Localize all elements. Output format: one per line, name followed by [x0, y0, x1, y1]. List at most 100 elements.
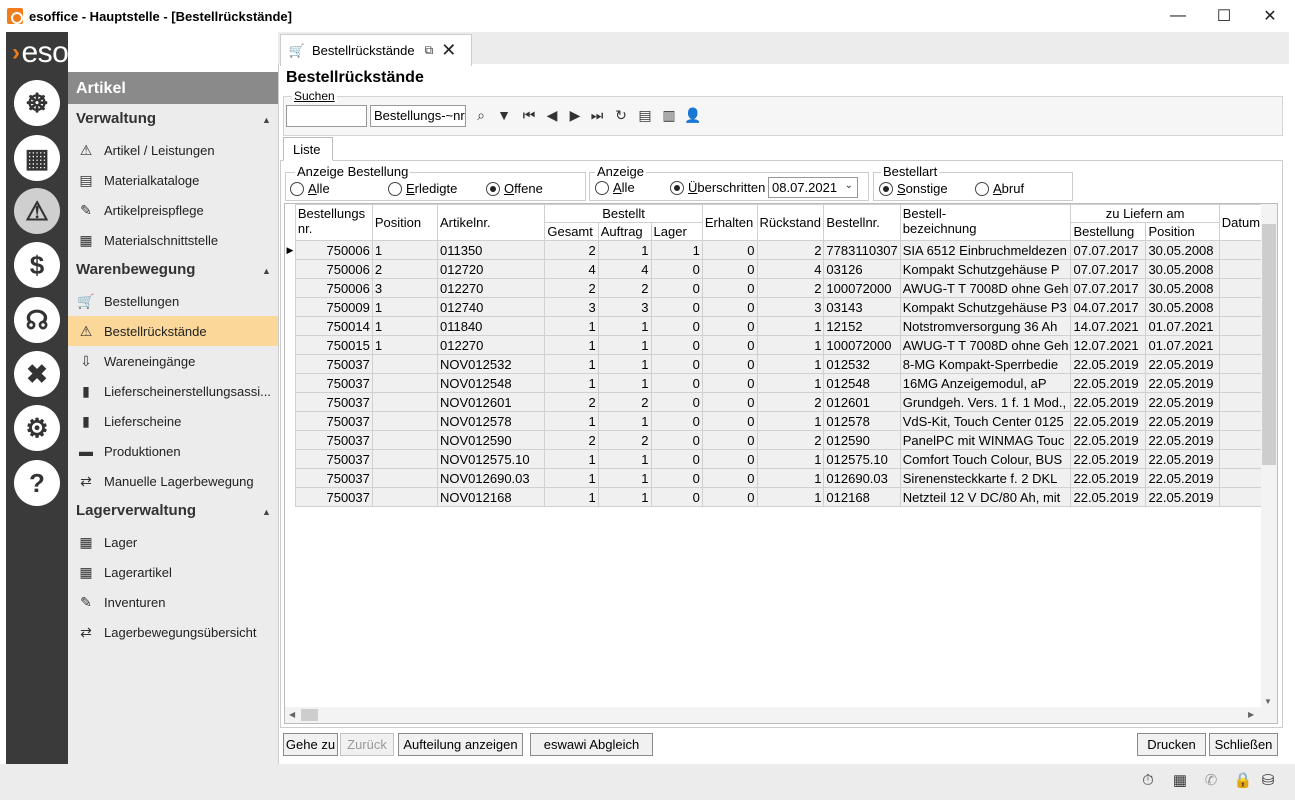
radio-bestellart-abruf[interactable]: Abruf: [975, 181, 1024, 196]
previous-record-icon[interactable]: ◀: [542, 105, 562, 125]
copy-icon[interactable]: ▥: [659, 105, 679, 125]
table-row[interactable]: 750006 3 012270 2 2 0 0 2 100072000 AWUG-T T 7008…: [285, 278, 1277, 298]
radio-bestellart-sonstige[interactable]: Sonstige: [879, 181, 948, 196]
sidebar-item[interactable]: ▮ Lieferscheine: [68, 406, 278, 436]
stopwatch-icon[interactable]: ⏱: [1138, 770, 1158, 790]
collapse-arrow-icon[interactable]: ▲: [262, 115, 271, 125]
sidebar-item[interactable]: ▦ Materialschnittstelle: [68, 225, 278, 255]
first-record-icon[interactable]: ⏮: [519, 105, 539, 125]
tab-bestellrueckstaende[interactable]: 🛒 Bestellrückstände ⧉ ✕: [280, 34, 472, 66]
radio-anzeige-alle[interactable]: Alle: [595, 180, 635, 195]
col-lager[interactable]: Lager: [650, 222, 703, 241]
table-row[interactable]: 750037 NOV012601 2 2 0 0 2 012601 Grundgeh. Vers…: [285, 392, 1277, 412]
close-window-button[interactable]: ✕: [1247, 0, 1293, 32]
alarm-light-nav-icon[interactable]: ⚠: [14, 188, 60, 234]
building-icon[interactable]: ▦: [1170, 770, 1190, 790]
last-record-icon[interactable]: ⏭: [587, 105, 607, 125]
sidebar-item[interactable]: ✎ Artikelpreispflege: [68, 195, 278, 225]
search-field-select[interactable]: Bestellungs-~nr: [370, 105, 466, 127]
col-rueckstand[interactable]: Rückstand: [756, 204, 825, 241]
sidebar-item[interactable]: ▮ Lieferscheinerstellungsassi...: [68, 376, 278, 406]
table-row[interactable]: 750009 1 012740 3 3 0 0 3 03143 Kompakt Schutzgeh…: [285, 297, 1277, 317]
search-icon[interactable]: ⌕: [471, 105, 491, 125]
tab-liste[interactable]: Liste: [283, 137, 333, 161]
radio-bestellung-alle[interactable]: Alle: [290, 181, 330, 196]
table-row[interactable]: 750037 NOV012532 1 1 0 0 1 012532 8-MG Kompakt-S…: [285, 354, 1277, 374]
tools-nav-icon[interactable]: ✖: [14, 351, 60, 397]
lock-icon[interactable]: 🔒: [1233, 770, 1253, 790]
sidebar-item[interactable]: ▦ Lager: [68, 527, 278, 557]
sidebar-item[interactable]: ▦ Lagerartikel: [68, 557, 278, 587]
refresh-icon[interactable]: ↻: [611, 105, 631, 125]
col-auftrag[interactable]: Auftrag: [597, 222, 652, 241]
user-icon[interactable]: 👤: [683, 105, 703, 125]
vertical-scroll-thumb[interactable]: [1262, 224, 1276, 465]
sidebar-item[interactable]: ⇄ Manuelle Lagerbewegung: [68, 466, 278, 496]
eswawi-sync-button[interactable]: eswawi Abgleich: [530, 733, 653, 756]
radio-bestellung-offene[interactable]: Offene: [486, 181, 543, 196]
col-position-datum[interactable]: Position: [1145, 222, 1220, 241]
popout-icon[interactable]: ⧉: [425, 43, 434, 58]
sidebar-item[interactable]: ▬ Produktionen: [68, 436, 278, 466]
date-picker[interactable]: 08.07.2021 ⌄: [768, 177, 858, 198]
export-icon[interactable]: ▤: [635, 105, 655, 125]
sidebar-item[interactable]: ⇄ Lagerbewegungsübersicht: [68, 617, 278, 647]
scroll-down-icon[interactable]: ▼: [1264, 697, 1272, 706]
table-row[interactable]: 750037 NOV012590 2 2 0 0 2 012590 PanelPC mit WI…: [285, 430, 1277, 450]
show-split-button[interactable]: Aufteilung anzeigen: [398, 733, 523, 756]
horizontal-scrollbar[interactable]: ◀ ▶: [285, 707, 1261, 723]
close-button[interactable]: Schließen: [1209, 733, 1278, 756]
collapse-arrow-icon[interactable]: ▲: [262, 507, 271, 517]
sidebar-item[interactable]: ✎ Inventuren: [68, 587, 278, 617]
scroll-right-icon[interactable]: ▶: [1248, 710, 1254, 719]
print-button[interactable]: Drucken: [1137, 733, 1206, 756]
table-row[interactable]: 750015 1 012270 1 1 0 0 1 100072000 AWUG-T T 7008…: [285, 335, 1277, 355]
back-button[interactable]: Zurück: [340, 733, 394, 756]
collapse-arrow-icon[interactable]: ▲: [262, 266, 271, 276]
horizontal-scroll-thumb[interactable]: [301, 709, 318, 721]
table-row[interactable]: 750014 1 011840 1 1 0 0 1 12152 Notstromversorgun…: [285, 316, 1277, 336]
sidebar-item[interactable]: ▤ Materialkataloge: [68, 165, 278, 195]
filter-icon[interactable]: ▼: [494, 105, 514, 125]
vertical-scrollbar[interactable]: ▼: [1261, 204, 1277, 723]
table-row[interactable]: 750037 NOV012575.10 1 1 0 0 1 012575.10 Comfort …: [285, 449, 1277, 469]
search-input[interactable]: [286, 105, 367, 127]
col-position[interactable]: Position: [371, 204, 439, 241]
minimize-button[interactable]: —: [1155, 0, 1201, 32]
goto-button[interactable]: Gehe zu: [283, 733, 338, 756]
phone-icon[interactable]: ✆: [1201, 770, 1221, 790]
col-artikelnr[interactable]: Artikelnr.: [436, 204, 546, 241]
headset-nav-icon[interactable]: ☊: [14, 297, 60, 343]
table-row[interactable]: 750006 2 012720 4 4 0 0 4 03126 Kompakt Schutzgeh…: [285, 259, 1277, 279]
table-row[interactable]: 750037 NOV012690.03 1 1 0 0 1 012690.03 Sirenens…: [285, 468, 1277, 488]
table-row[interactable]: 750037 NOV012168 1 1 0 0 1 012168 Netzteil 12 V …: [285, 487, 1277, 507]
sidebar-item[interactable]: ⚠ Bestellrückstände: [68, 316, 278, 346]
radio-anzeige-ueberschritten[interactable]: Überschritten: [670, 180, 765, 195]
next-record-icon[interactable]: ▶: [565, 105, 585, 125]
col-gesamt[interactable]: Gesamt: [544, 222, 599, 241]
maximize-button[interactable]: ☐: [1201, 0, 1247, 32]
scroll-left-icon[interactable]: ◀: [289, 710, 295, 719]
table-row[interactable]: 750037 NOV012578 1 1 0 0 1 012578 VdS-Kit, Touch…: [285, 411, 1277, 431]
col-bestellnr[interactable]: Bestellnr.: [823, 204, 901, 241]
col-bestellbezeichnung[interactable]: Bestell-bezeichnung: [899, 204, 1072, 241]
col-bestellungsnr[interactable]: Bestellungs nr.: [294, 204, 373, 241]
database-icon[interactable]: ⛁: [1258, 770, 1278, 790]
sidebar-item[interactable]: 🛒 Bestellungen: [68, 286, 278, 316]
close-tab-icon[interactable]: ✕: [441, 40, 456, 61]
help-nav-icon[interactable]: ?: [14, 460, 60, 506]
sidebar-item[interactable]: ⚠ Artikel / Leistungen: [68, 135, 278, 165]
settings-nav-icon[interactable]: ⚙: [14, 405, 60, 451]
dashboard-nav-icon[interactable]: ☸: [14, 80, 60, 126]
col-bestellung-datum[interactable]: Bestellung: [1070, 222, 1147, 241]
money-nav-icon[interactable]: $: [14, 242, 60, 288]
menu-group-title[interactable]: Verwaltung: [76, 110, 156, 127]
menu-group-title[interactable]: Warenbewegung: [76, 261, 195, 278]
sidebar-item[interactable]: ⇩ Wareneingänge: [68, 346, 278, 376]
col-erhalten[interactable]: Erhalten: [701, 204, 758, 241]
table-row[interactable]: ▶ 750006 1 011350 2 1 1 0 2 7783110307 SIA 6512 Ei…: [285, 240, 1277, 260]
radio-bestellung-erledigte[interactable]: Erledigte: [388, 181, 457, 196]
menu-group-title[interactable]: Lagerverwaltung: [76, 502, 196, 519]
calendar-nav-icon[interactable]: ▦: [14, 135, 60, 181]
table-row[interactable]: 750037 NOV012548 1 1 0 0 1 012548 16MG Anzeigemo…: [285, 373, 1277, 393]
